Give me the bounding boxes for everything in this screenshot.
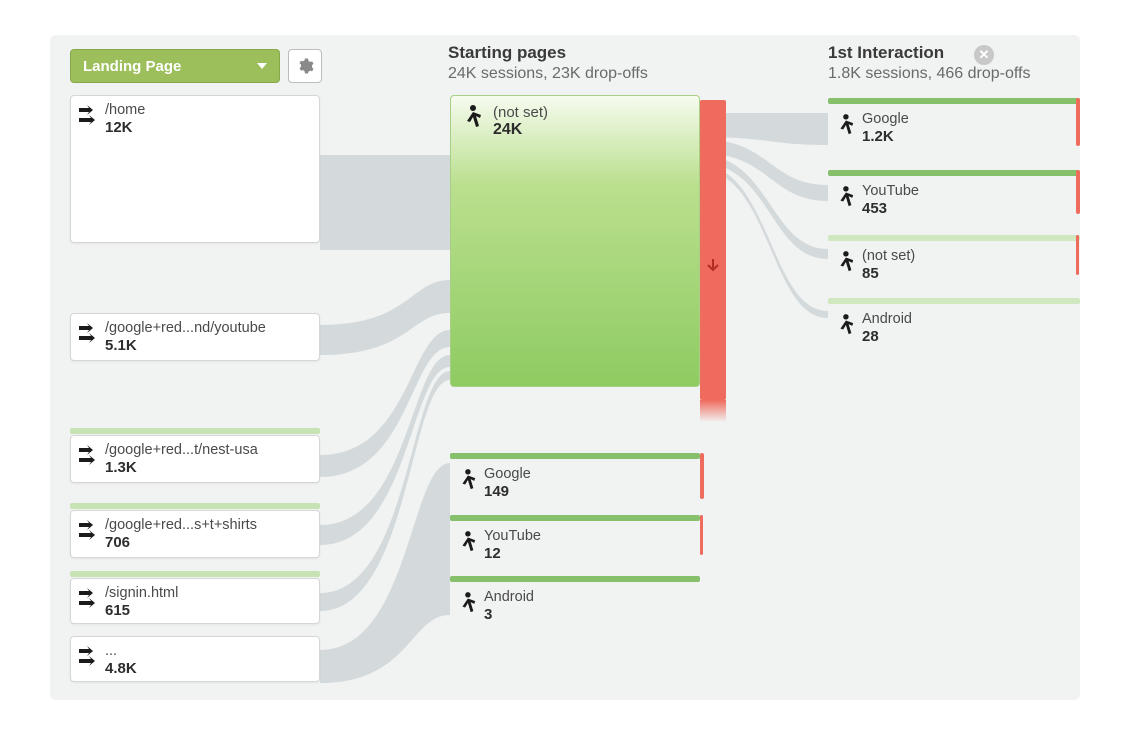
node-value: 4.8K xyxy=(105,660,137,679)
node-label: /google+red...s+t+shirts xyxy=(105,517,257,534)
landing-node-home[interactable]: /home 12K xyxy=(70,95,320,243)
column-header-starting: Starting pages 24K sessions, 23K drop-of… xyxy=(448,43,648,83)
node-label: Google xyxy=(484,466,531,483)
landing-node-tshirts[interactable]: /google+red...s+t+shirts 706 xyxy=(70,510,320,558)
through-traffic-icon xyxy=(77,320,99,348)
through-traffic-icon xyxy=(77,442,99,470)
landing-node-signin[interactable]: /signin.html 615 xyxy=(70,578,320,624)
column-title: 1st Interaction xyxy=(828,43,1031,63)
person-walk-icon xyxy=(834,311,856,339)
node-bar xyxy=(828,235,1080,241)
node-value: 5.1K xyxy=(105,337,266,356)
node-label: Android xyxy=(862,311,912,328)
through-traffic-icon xyxy=(77,517,99,545)
dropoff-bar-small xyxy=(700,515,703,555)
node-label: /signin.html xyxy=(105,585,178,602)
dimension-dropdown[interactable]: Landing Page xyxy=(70,49,280,83)
through-traffic-icon xyxy=(77,102,99,130)
node-value: 28 xyxy=(862,328,912,347)
landing-node-other[interactable]: ... 4.8K xyxy=(70,636,320,682)
node-value: 24K xyxy=(493,121,548,139)
starting-node-android[interactable]: Android 3 xyxy=(450,583,700,629)
node-value: 615 xyxy=(105,602,178,621)
landing-node-nest[interactable]: /google+red...t/nest-usa 1.3K xyxy=(70,435,320,483)
person-walk-icon xyxy=(461,104,485,132)
interaction-node-google[interactable]: Google 1.2K xyxy=(828,105,1078,151)
person-walk-icon xyxy=(456,528,478,556)
column-subtitle: 1.8K sessions, 466 drop-offs xyxy=(828,65,1031,83)
node-label: Google xyxy=(862,111,909,128)
node-label: (not set) xyxy=(493,104,548,121)
through-traffic-icon xyxy=(77,585,99,613)
node-label: /google+red...nd/youtube xyxy=(105,320,266,337)
node-value: 85 xyxy=(862,265,915,284)
node-label: ... xyxy=(105,643,137,660)
node-value: 3 xyxy=(484,606,534,625)
interaction-node-android[interactable]: Android 28 xyxy=(828,305,1078,351)
dropoff-bar-small xyxy=(700,453,704,499)
node-bar xyxy=(828,98,1080,104)
node-label: /home xyxy=(105,102,145,119)
column-header-first-interaction: 1st Interaction 1.8K sessions, 466 drop-… xyxy=(828,43,1031,83)
node-label: /google+red...t/nest-usa xyxy=(105,442,258,459)
node-value: 12 xyxy=(484,545,541,564)
node-label: Android xyxy=(484,589,534,606)
interaction-node-youtube[interactable]: YouTube 453 xyxy=(828,177,1078,223)
settings-button[interactable] xyxy=(288,49,322,83)
dropoff-bar xyxy=(700,100,726,400)
node-value: 149 xyxy=(484,483,531,502)
landing-node-youtube[interactable]: /google+red...nd/youtube 5.1K xyxy=(70,313,320,361)
close-icon: ✕ xyxy=(979,47,990,63)
node-bar xyxy=(70,428,320,434)
starting-node-notset[interactable]: (not set) 24K xyxy=(450,95,700,387)
dimension-dropdown-label: Landing Page xyxy=(83,58,181,75)
node-label: YouTube xyxy=(484,528,541,545)
dropoff-arrow-icon xyxy=(705,257,721,273)
interaction-node-notset[interactable]: (not set) 85 xyxy=(828,242,1078,288)
person-walk-icon xyxy=(834,248,856,276)
node-value: 12K xyxy=(105,119,145,138)
person-walk-icon xyxy=(456,589,478,617)
node-value: 706 xyxy=(105,534,257,553)
through-traffic-icon xyxy=(77,643,99,671)
starting-node-google[interactable]: Google 149 xyxy=(450,460,700,506)
node-value: 1.2K xyxy=(862,128,909,147)
chevron-down-icon xyxy=(257,63,267,69)
node-bar xyxy=(828,170,1080,176)
dropoff-fade xyxy=(700,400,726,422)
person-walk-icon xyxy=(834,111,856,139)
node-label: YouTube xyxy=(862,183,919,200)
person-walk-icon xyxy=(456,466,478,494)
node-bar xyxy=(450,515,700,521)
node-bar xyxy=(828,298,1080,304)
node-bar xyxy=(70,503,320,509)
node-bar xyxy=(450,453,700,459)
column-title: Starting pages xyxy=(448,43,648,63)
node-value: 1.3K xyxy=(105,459,258,478)
node-value: 453 xyxy=(862,200,919,219)
remove-column-button[interactable]: ✕ xyxy=(974,45,994,65)
person-walk-icon xyxy=(834,183,856,211)
node-label: (not set) xyxy=(862,248,915,265)
starting-node-youtube[interactable]: YouTube 12 xyxy=(450,522,700,568)
node-bar xyxy=(450,576,700,582)
node-bar xyxy=(70,571,320,577)
behavior-flow-container: Landing Page Starting pages 24K sessions… xyxy=(50,35,1080,700)
gear-icon xyxy=(296,57,314,75)
column-subtitle: 24K sessions, 23K drop-offs xyxy=(448,65,648,83)
